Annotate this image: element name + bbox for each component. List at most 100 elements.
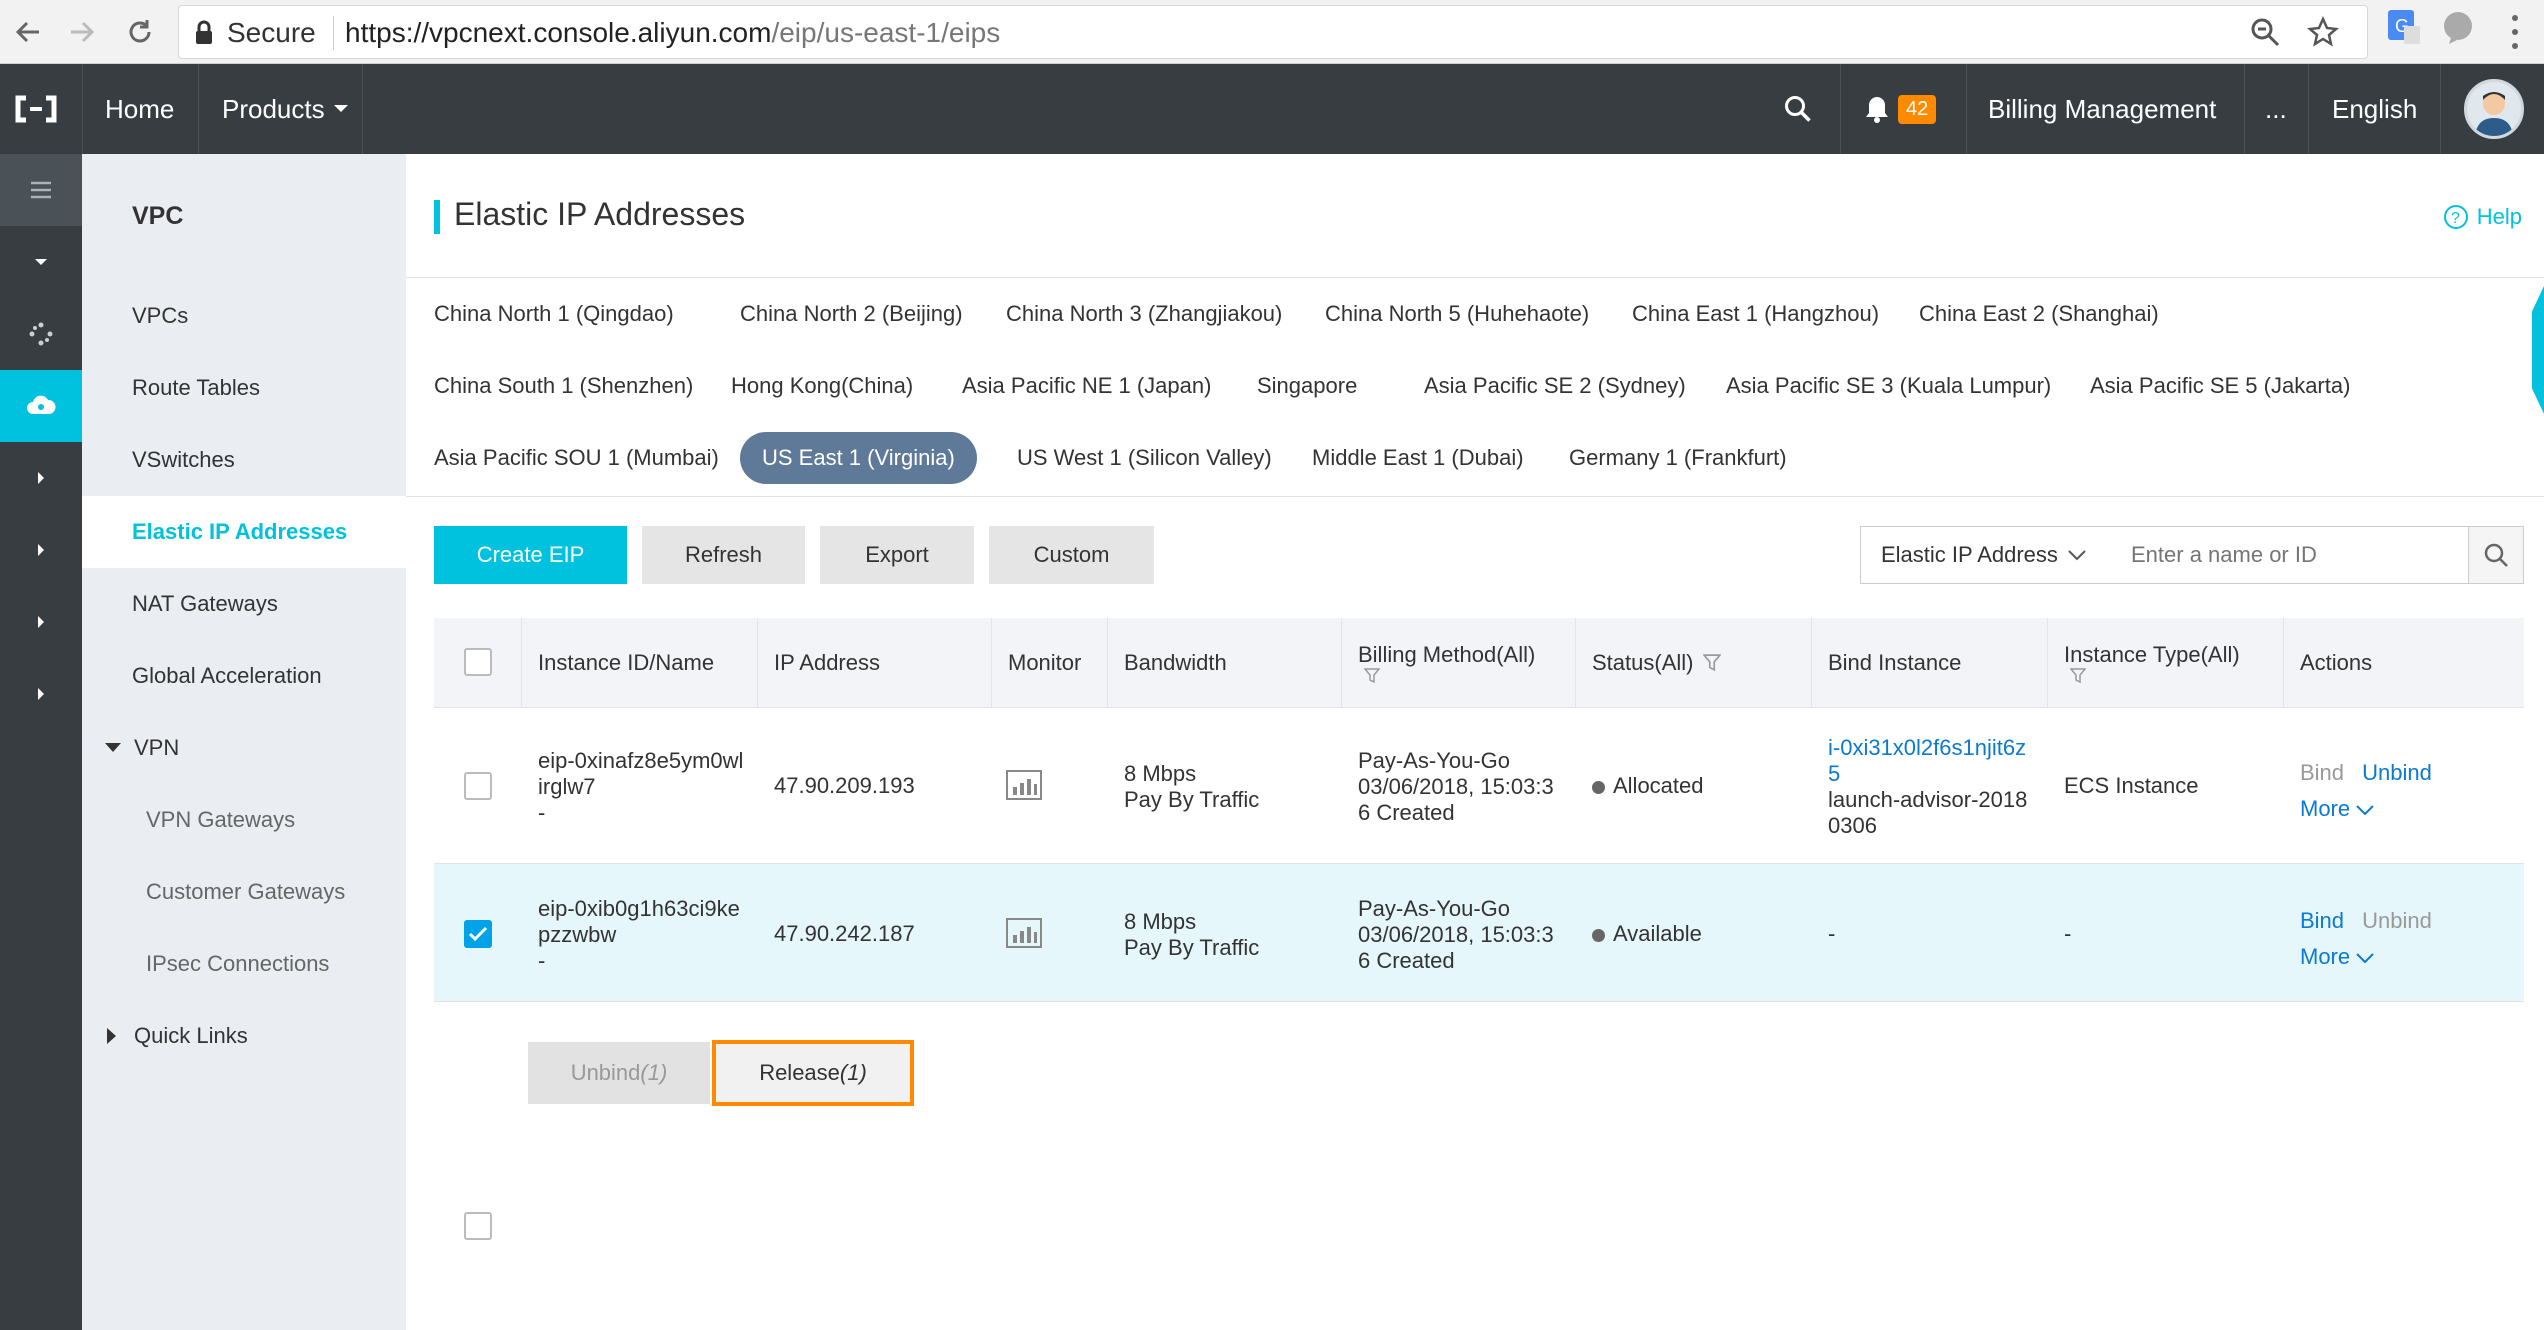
- region-tab[interactable]: Germany 1 (Frankfurt): [1547, 432, 1809, 484]
- reload-icon[interactable]: [116, 8, 164, 56]
- forward-icon[interactable]: [58, 8, 106, 56]
- extension-icon[interactable]: [2441, 10, 2475, 51]
- region-tab[interactable]: Asia Pacific SOU 1 (Mumbai): [412, 432, 741, 484]
- products-menu[interactable]: Products: [222, 64, 349, 154]
- instance-id-cell[interactable]: eip-0xinafz8e5ym0wl irglw7 -: [538, 748, 743, 826]
- sidebar-item-elastic-ip-addresses[interactable]: Elastic IP Addresses: [82, 496, 406, 568]
- back-icon[interactable]: [4, 8, 52, 56]
- region-tab[interactable]: China East 1 (Hangzhou): [1610, 288, 1901, 340]
- sidebar-item-global-acceleration[interactable]: Global Acceleration: [82, 640, 406, 712]
- sidebar-group-quick-links[interactable]: Quick Links: [82, 1000, 406, 1072]
- products-label: Products: [222, 93, 325, 124]
- url-text[interactable]: https://vpcnext.console.aliyun.com/eip/u…: [345, 17, 1000, 49]
- sidebar-item-customer-gateways[interactable]: Customer Gateways: [82, 856, 406, 928]
- table-header: Instance ID/Name: [522, 618, 758, 708]
- region-tab[interactable]: Asia Pacific SE 2 (Sydney): [1402, 360, 1708, 412]
- select-all-checkbox[interactable]: [464, 648, 492, 676]
- sidebar-item-vpn-gateways[interactable]: VPN Gateways: [82, 784, 406, 856]
- region-tab[interactable]: Hong Kong(China): [709, 360, 935, 412]
- search-icon[interactable]: [1783, 64, 1813, 154]
- address-bar[interactable]: Secure https://vpcnext.console.aliyun.co…: [178, 5, 2368, 59]
- sidebar-item-vpcs[interactable]: VPCs: [82, 280, 406, 352]
- unbind-action-disabled: Unbind: [2362, 908, 2432, 933]
- instance-id-cell[interactable]: eip-0xib0g1h63ci9ke pzzwbw -: [538, 896, 740, 974]
- more-actions[interactable]: More: [2300, 796, 2374, 822]
- collapse-arrow-icon[interactable]: [0, 226, 82, 298]
- home-link[interactable]: Home: [105, 64, 174, 154]
- table-header-status[interactable]: Status(All): [1576, 618, 1812, 708]
- region-tab[interactable]: Asia Pacific NE 1 (Japan): [940, 360, 1233, 412]
- table-header-billing[interactable]: Billing Method(All): [1342, 618, 1576, 708]
- expand-arrow-icon[interactable]: [0, 586, 82, 658]
- bind-instance-link[interactable]: 5: [1828, 761, 2027, 787]
- region-tab[interactable]: Singapore: [1235, 360, 1379, 412]
- aliyun-logo-icon[interactable]: [14, 64, 58, 154]
- address-separator: [333, 16, 334, 50]
- expand-arrow-icon[interactable]: [0, 514, 82, 586]
- bind-instance-link[interactable]: i-0xi31x0l2f6s1njit6z: [1828, 735, 2027, 761]
- instance-type-cell: -: [2064, 921, 2072, 946]
- region-tab[interactable]: Asia Pacific SE 5 (Jakarta): [2068, 360, 2372, 412]
- refresh-button[interactable]: Refresh: [642, 526, 805, 584]
- region-tab[interactable]: US West 1 (Silicon Valley): [995, 432, 1294, 484]
- browser-menu-icon[interactable]: [2510, 12, 2520, 57]
- sidebar-item-route-tables[interactable]: Route Tables: [82, 352, 406, 424]
- ip-address-cell: 47.90.242.187: [774, 921, 915, 946]
- table-header-instance-type[interactable]: Instance Type(All): [2048, 618, 2284, 708]
- region-tab[interactable]: Middle East 1 (Dubai): [1290, 432, 1546, 484]
- svg-text:?: ?: [2451, 210, 2460, 227]
- bookmark-star-icon[interactable]: [2307, 15, 2339, 53]
- user-avatar[interactable]: [2464, 79, 2524, 139]
- region-tab[interactable]: Asia Pacific SE 3 (Kuala Lumpur): [1704, 360, 2073, 412]
- create-eip-button[interactable]: Create EIP: [434, 526, 627, 584]
- expand-arrow-icon[interactable]: [0, 658, 82, 730]
- filter-icon[interactable]: [1364, 667, 1380, 684]
- notifications-button[interactable]: 42: [1864, 64, 1937, 154]
- monitor-chart-icon[interactable]: [1006, 770, 1042, 806]
- footer-select-all-checkbox[interactable]: [464, 1212, 492, 1240]
- sidebar-item-ipsec-connections[interactable]: IPsec Connections: [82, 928, 406, 1000]
- menu-toggle-icon[interactable]: [0, 154, 82, 226]
- billing-line: 03/06/2018, 15:03:3: [1358, 922, 1554, 947]
- search-type-select[interactable]: Elastic IP Address: [1860, 526, 2110, 584]
- bind-action[interactable]: Bind: [2300, 908, 2344, 933]
- billing-management-link[interactable]: Billing Management: [1988, 64, 2216, 154]
- region-tab[interactable]: China North 3 (Zhangjiakou): [984, 288, 1304, 340]
- region-tab[interactable]: China East 2 (Shanghai): [1897, 288, 2181, 340]
- topbar-divider: [82, 64, 83, 154]
- monitor-chart-icon[interactable]: [1006, 918, 1042, 954]
- row-checkbox[interactable]: [464, 772, 492, 800]
- row-checkbox-checked[interactable]: [464, 920, 492, 948]
- search-input[interactable]: [2109, 526, 2469, 584]
- region-tab[interactable]: China North 2 (Beijing): [718, 288, 985, 340]
- cluster-icon[interactable]: [0, 298, 82, 370]
- region-tab-selected[interactable]: US East 1 (Virginia): [740, 432, 977, 484]
- custom-button[interactable]: Custom: [989, 526, 1154, 584]
- filter-icon[interactable]: [1703, 653, 1722, 672]
- unbind-action[interactable]: Unbind: [2362, 760, 2432, 785]
- more-actions[interactable]: More: [2300, 944, 2374, 970]
- billing-line: 03/06/2018, 15:03:3: [1358, 774, 1554, 799]
- table-header-label: Instance Type(All): [2064, 641, 2240, 667]
- notification-badge: 42: [1898, 94, 1937, 124]
- region-tab[interactable]: China North 1 (Qingdao): [412, 288, 696, 340]
- more-menu[interactable]: ...: [2265, 64, 2287, 154]
- sidebar-group-vpn[interactable]: VPN: [82, 712, 406, 784]
- region-tab[interactable]: China North 5 (Huhehaote): [1303, 288, 1611, 340]
- zoom-icon[interactable]: [2249, 16, 2281, 53]
- export-button[interactable]: Export: [820, 526, 974, 584]
- cloud-network-icon[interactable]: [0, 370, 82, 442]
- filter-icon[interactable]: [2070, 667, 2086, 684]
- help-link[interactable]: ? Help: [2443, 204, 2522, 230]
- sidebar-item-vswitches[interactable]: VSwitches: [82, 424, 406, 496]
- sidebar-item-nat-gateways[interactable]: NAT Gateways: [82, 568, 406, 640]
- title-accent-bar: [434, 200, 440, 234]
- translate-extension-icon[interactable]: G: [2386, 8, 2422, 53]
- status-cell: Available: [1592, 921, 1702, 947]
- language-switch[interactable]: English: [2332, 64, 2417, 154]
- expand-arrow-icon[interactable]: [0, 442, 82, 514]
- region-tab[interactable]: China South 1 (Shenzhen): [412, 360, 715, 412]
- caret-right-icon: [107, 1028, 116, 1044]
- search-button[interactable]: [2468, 526, 2524, 584]
- batch-release-button[interactable]: Release (1): [712, 1040, 914, 1106]
